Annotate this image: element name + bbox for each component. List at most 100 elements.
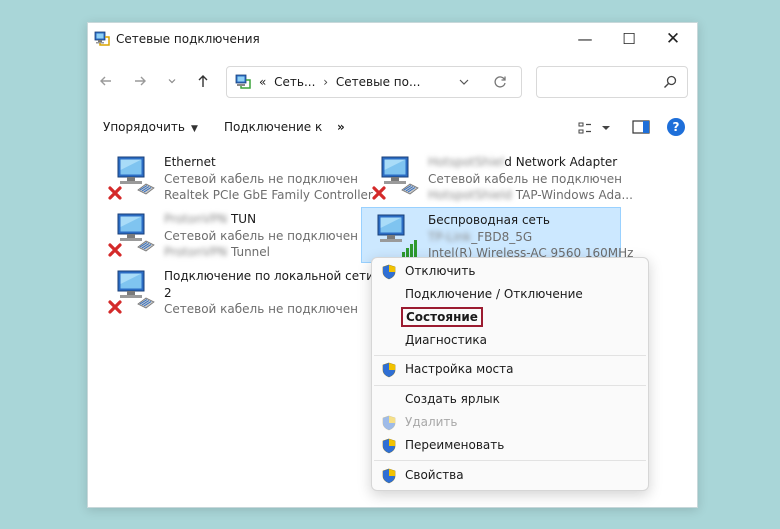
arrow-left-icon <box>100 76 111 86</box>
breadcrumb-network[interactable]: Сеть... <box>274 75 315 89</box>
connection-details: Ethernet Сетевой кабель не подключен Rea… <box>164 154 373 204</box>
menu-item-delete[interactable]: Удалить <box>372 412 648 434</box>
connection-details: ProtonVPN TUN Сетевой кабель не подключе… <box>164 211 358 261</box>
connection-name: HotspotShield Network Adapter <box>428 154 633 171</box>
menu-item-label: Диагностика <box>405 333 488 347</box>
menu-item-label: Создать ярлык <box>405 392 500 406</box>
network-connections-app-icon <box>94 31 110 46</box>
uac-shield-icon <box>382 362 396 378</box>
maximize-button[interactable]: ☐ <box>607 27 651 51</box>
search-icon <box>664 75 677 88</box>
menu-item-label: Отключить <box>405 264 476 278</box>
blurred-text: TP-Link <box>428 229 472 244</box>
context-menu: Отключить Подключение / Отключение Состо… <box>371 257 649 491</box>
menu-item-label: Удалить <box>405 415 458 429</box>
uac-shield-icon <box>382 415 396 431</box>
menu-item-bridge-connections[interactable]: Настройка моста <box>372 359 648 381</box>
network-folder-icon <box>235 74 251 89</box>
menu-item-properties[interactable]: Свойства <box>372 465 648 487</box>
connection-device: HotspotShield TAP-Windows Ada... <box>428 187 633 204</box>
connection-ethernet[interactable]: Ethernet Сетевой кабель не подключен Rea… <box>94 150 373 206</box>
connection-protonvpn-tun[interactable]: ProtonVPN TUN Сетевой кабель не подключе… <box>94 207 358 263</box>
network-ssid: _FBD8_5G <box>471 229 533 244</box>
connection-hotspot-shield[interactable]: HotspotShield Network Adapter Сетевой ка… <box>358 150 633 206</box>
connection-details: Подключение по локальной сети 2 Сетевой … <box>164 268 374 318</box>
network-adapter-disconnected-icon <box>108 213 155 257</box>
breadcrumb-separator[interactable]: › <box>323 75 328 89</box>
forward-button[interactable] <box>128 69 152 93</box>
close-button[interactable]: ✕ <box>651 27 695 51</box>
connection-status: Сетевой кабель не подключен <box>164 302 358 316</box>
wireless-adapter-icon <box>377 214 417 257</box>
blurred-text: ProtonVPN <box>164 245 228 259</box>
menu-separator <box>374 385 646 386</box>
recent-locations-button[interactable] <box>160 69 184 93</box>
help-button[interactable]: ? <box>667 118 685 136</box>
organize-label: Упорядочить <box>103 120 185 134</box>
menu-item-label: Настройка моста <box>405 362 514 376</box>
caret-down-icon: ▼ <box>190 124 198 134</box>
address-bar[interactable]: « Сеть... › Сетевые по... <box>226 66 522 98</box>
menu-item-diagnostics[interactable]: Диагностика <box>372 330 648 352</box>
connection-status: Сетевой кабель не подключен <box>164 228 358 243</box>
menu-item-label: Переименовать <box>405 438 505 452</box>
menu-item-label: Свойства <box>405 468 464 482</box>
uac-shield-icon <box>382 468 396 484</box>
breadcrumb: « Сеть... › Сетевые по... <box>259 75 424 89</box>
connection-name-visible: d Network Adapter <box>504 155 618 169</box>
arrow-right-icon <box>135 76 146 86</box>
connection-name-line2: 2 <box>164 285 172 300</box>
address-history-dropdown[interactable] <box>455 73 473 91</box>
arrow-up-icon <box>198 75 208 87</box>
view-options-icon <box>578 122 610 134</box>
blurred-text: HotspotShiel <box>428 155 505 169</box>
connection-device-visible: TAP-Windows Ada... <box>515 188 633 202</box>
menu-separator <box>374 355 646 356</box>
connect-to-button[interactable]: Подключение к <box>224 120 322 134</box>
menu-separator <box>374 460 646 461</box>
up-button[interactable] <box>191 69 215 93</box>
connection-details: Беспроводная сеть TP-Link_FBD8_5G Intel(… <box>428 212 633 262</box>
connection-device-visible: Tunnel <box>230 245 270 259</box>
connection-name: ProtonVPN TUN <box>164 211 358 228</box>
menu-item-status[interactable]: Состояние <box>372 307 648 329</box>
menu-item-rename[interactable]: Переименовать <box>372 435 648 457</box>
uac-shield-icon <box>382 438 396 454</box>
organize-button[interactable]: Упорядочить ▼ <box>103 120 198 134</box>
connection-device: Realtek PCIe GbE Family Controller <box>164 188 373 202</box>
connection-details: HotspotShield Network Adapter Сетевой ка… <box>428 154 633 204</box>
title-bar[interactable]: Сетевые подключения — ☐ ✕ <box>88 23 697 55</box>
network-adapter-disconnected-icon <box>372 156 419 200</box>
menu-item-label: Подключение / Отключение <box>405 287 583 301</box>
window-title: Сетевые подключения <box>116 32 260 46</box>
back-button[interactable] <box>94 69 118 93</box>
connection-device: ProtonVPN Tunnel <box>164 244 358 261</box>
uac-shield-icon <box>382 264 396 280</box>
connection-status: TP-Link_FBD8_5G <box>428 229 633 246</box>
breadcrumb-overflow[interactable]: « <box>259 75 266 89</box>
minimize-button[interactable]: — <box>563 27 607 51</box>
connection-name: Подключение по локальной сети <box>164 269 374 283</box>
menu-item-create-shortcut[interactable]: Создать ярлык <box>372 389 648 411</box>
refresh-button[interactable] <box>491 73 509 91</box>
breadcrumb-network-connections[interactable]: Сетевые по... <box>336 75 421 89</box>
change-view-button[interactable] <box>577 120 613 138</box>
search-box[interactable] <box>536 66 688 98</box>
preview-pane-button[interactable] <box>632 120 650 134</box>
network-adapter-disconnected-icon <box>108 270 155 314</box>
connection-name: Беспроводная сеть <box>428 213 551 227</box>
more-commands-button[interactable]: » <box>337 120 345 134</box>
network-adapter-disconnected-icon <box>108 156 155 200</box>
menu-item-connect-disconnect[interactable]: Подключение / Отключение <box>372 284 648 306</box>
connection-status: Сетевой кабель не подключен <box>164 171 358 186</box>
connection-name: Ethernet <box>164 155 216 169</box>
connection-name-visible: TUN <box>230 212 257 226</box>
blurred-text: HotspotShield <box>428 188 512 202</box>
preview-pane-icon <box>632 120 650 134</box>
menu-item-label: Состояние <box>401 307 483 327</box>
refresh-icon <box>494 76 506 88</box>
connection-local-area-2[interactable]: Подключение по локальной сети 2 Сетевой … <box>94 264 374 326</box>
menu-item-disable[interactable]: Отключить <box>372 261 648 283</box>
connection-status: Сетевой кабель не подключен <box>428 171 622 186</box>
connection-wireless[interactable]: Беспроводная сеть TP-Link_FBD8_5G Intel(… <box>361 207 633 263</box>
